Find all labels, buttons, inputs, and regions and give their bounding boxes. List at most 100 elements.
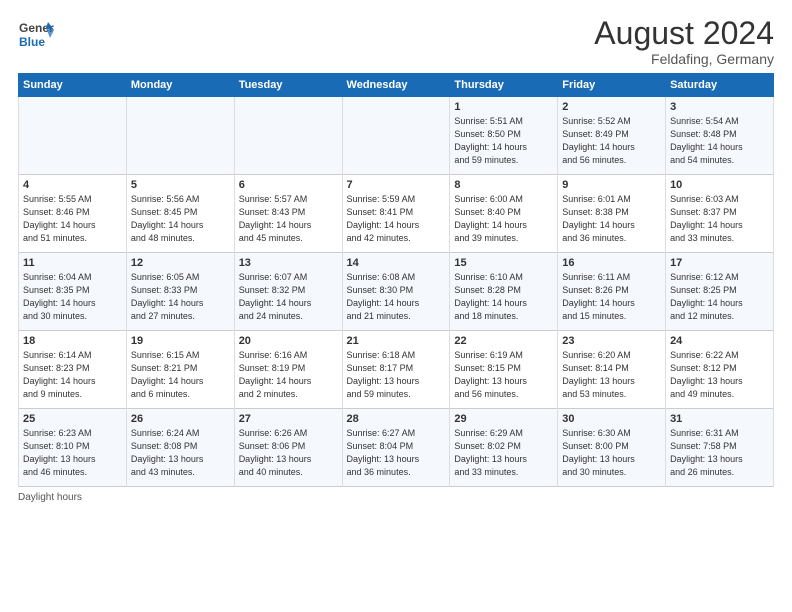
calendar-cell: 5Sunrise: 5:56 AM Sunset: 8:45 PM Daylig…: [126, 175, 234, 253]
day-number: 21: [347, 335, 446, 347]
calendar-cell: 19 Sunrise: 6:15 AM Sunset: 8:21 PM Dayli…: [126, 331, 234, 409]
col-header-tuesday: Tuesday: [234, 74, 342, 97]
calendar-cell: 31 Sunrise: 6:31 AM Sunset: 7:58 PM Dayli…: [666, 409, 774, 487]
day-number: 18: [23, 335, 122, 347]
calendar-cell: 6Sunrise: 5:57 AM Sunset: 8:43 PM Daylig…: [234, 175, 342, 253]
day-info: Sunrise: 6:15 AM Sunset: 8:21 PM Dayligh…: [131, 349, 230, 401]
calendar-cell: [126, 97, 234, 175]
calendar-week-row: 4 Sunrise: 5:55 AM Sunset: 8:46 PM Daylig…: [19, 175, 774, 253]
day-number: 8: [454, 179, 553, 191]
logo: General Blue: [18, 16, 56, 52]
day-number: 1: [454, 101, 553, 113]
page: General Blue August 2024 Feldafing, Germ…: [0, 0, 792, 513]
calendar-cell: 8 Sunrise: 6:00 AM Sunset: 8:40 PM Daylig…: [450, 175, 558, 253]
day-info: Sunrise: 6:27 AM Sunset: 8:04 PM Dayligh…: [347, 427, 446, 479]
day-info: Sunrise: 6:07 AM Sunset: 8:32 PM Dayligh…: [239, 271, 338, 323]
day-number: 27: [239, 413, 338, 425]
day-info: Sunrise: 6:11 AM Sunset: 8:26 PM Dayligh…: [562, 271, 661, 323]
calendar-cell: 4 Sunrise: 5:55 AM Sunset: 8:46 PM Daylig…: [19, 175, 127, 253]
day-info: Sunrise: 6:20 AM Sunset: 8:14 PM Dayligh…: [562, 349, 661, 401]
day-info: Sunrise: 6:23 AM Sunset: 8:10 PM Dayligh…: [23, 427, 122, 479]
calendar-cell: 17 Sunrise: 6:12 AM Sunset: 8:25 PM Dayli…: [666, 253, 774, 331]
day-info: Sunrise: 6:19 AM Sunset: 8:15 PM Dayligh…: [454, 349, 553, 401]
calendar-cell: 7Sunrise: 5:59 AM Sunset: 8:41 PM Daylig…: [342, 175, 450, 253]
day-info: Sunrise: 5:59 AM Sunset: 8:41 PM Dayligh…: [347, 193, 446, 245]
calendar-header-row: SundayMondayTuesdayWednesdayThursdayFrid…: [19, 74, 774, 97]
calendar-cell: 30 Sunrise: 6:30 AM Sunset: 8:00 PM Dayli…: [558, 409, 666, 487]
calendar-cell: 24 Sunrise: 6:22 AM Sunset: 8:12 PM Dayli…: [666, 331, 774, 409]
calendar-cell: 2 Sunrise: 5:52 AM Sunset: 8:49 PM Daylig…: [558, 97, 666, 175]
calendar-table: SundayMondayTuesdayWednesdayThursdayFrid…: [18, 73, 774, 487]
calendar-cell: 13 Sunrise: 6:07 AM Sunset: 8:32 PM Dayli…: [234, 253, 342, 331]
day-number: 28: [347, 413, 446, 425]
day-info: Sunrise: 6:10 AM Sunset: 8:28 PM Dayligh…: [454, 271, 553, 323]
day-number: 3: [670, 101, 769, 113]
day-number: 22: [454, 335, 553, 347]
calendar-cell: 28 Sunrise: 6:27 AM Sunset: 8:04 PM Dayli…: [342, 409, 450, 487]
calendar-cell: 18 Sunrise: 6:14 AM Sunset: 8:23 PM Dayli…: [19, 331, 127, 409]
day-number: 13: [239, 257, 338, 269]
day-number: 23: [562, 335, 661, 347]
day-info: Sunrise: 6:14 AM Sunset: 8:23 PM Dayligh…: [23, 349, 122, 401]
day-info: Sunrise: 5:51 AM Sunset: 8:50 PM Dayligh…: [454, 115, 553, 167]
calendar-cell: 12 Sunrise: 6:05 AM Sunset: 8:33 PM Dayli…: [126, 253, 234, 331]
day-info: Sunrise: 6:00 AM Sunset: 8:40 PM Dayligh…: [454, 193, 553, 245]
day-info: Sunrise: 5:54 AM Sunset: 8:48 PM Dayligh…: [670, 115, 769, 167]
calendar-cell: 21Sunrise: 6:18 AM Sunset: 8:17 PM Dayli…: [342, 331, 450, 409]
day-number: 12: [131, 257, 230, 269]
day-info: Sunrise: 6:31 AM Sunset: 7:58 PM Dayligh…: [670, 427, 769, 479]
day-number: 9: [562, 179, 661, 191]
day-number: 31: [670, 413, 769, 425]
day-number: 2: [562, 101, 661, 113]
col-header-sunday: Sunday: [19, 74, 127, 97]
calendar-cell: 14Sunrise: 6:08 AM Sunset: 8:30 PM Dayli…: [342, 253, 450, 331]
day-number: 4: [23, 179, 122, 191]
day-number: 17: [670, 257, 769, 269]
day-info: Sunrise: 6:26 AM Sunset: 8:06 PM Dayligh…: [239, 427, 338, 479]
day-info: Sunrise: 5:52 AM Sunset: 8:49 PM Dayligh…: [562, 115, 661, 167]
calendar-week-row: 25Sunrise: 6:23 AM Sunset: 8:10 PM Dayli…: [19, 409, 774, 487]
day-info: Sunrise: 6:03 AM Sunset: 8:37 PM Dayligh…: [670, 193, 769, 245]
day-number: 26: [131, 413, 230, 425]
day-info: Sunrise: 6:16 AM Sunset: 8:19 PM Dayligh…: [239, 349, 338, 401]
day-info: Sunrise: 6:12 AM Sunset: 8:25 PM Dayligh…: [670, 271, 769, 323]
day-number: 14: [347, 257, 446, 269]
header: General Blue August 2024 Feldafing, Germ…: [18, 16, 774, 67]
day-info: Sunrise: 6:04 AM Sunset: 8:35 PM Dayligh…: [23, 271, 122, 323]
day-info: Sunrise: 6:24 AM Sunset: 8:08 PM Dayligh…: [131, 427, 230, 479]
calendar-week-row: 11 Sunrise: 6:04 AM Sunset: 8:35 PM Dayli…: [19, 253, 774, 331]
location-subtitle: Feldafing, Germany: [594, 51, 774, 67]
calendar-cell: 15Sunrise: 6:10 AM Sunset: 8:28 PM Dayli…: [450, 253, 558, 331]
day-number: 19: [131, 335, 230, 347]
day-info: Sunrise: 6:22 AM Sunset: 8:12 PM Dayligh…: [670, 349, 769, 401]
col-header-saturday: Saturday: [666, 74, 774, 97]
day-number: 29: [454, 413, 553, 425]
day-number: 24: [670, 335, 769, 347]
calendar-week-row: 18 Sunrise: 6:14 AM Sunset: 8:23 PM Dayli…: [19, 331, 774, 409]
day-info: Sunrise: 5:55 AM Sunset: 8:46 PM Dayligh…: [23, 193, 122, 245]
day-info: Sunrise: 6:30 AM Sunset: 8:00 PM Dayligh…: [562, 427, 661, 479]
calendar-cell: 26 Sunrise: 6:24 AM Sunset: 8:08 PM Dayli…: [126, 409, 234, 487]
title-block: August 2024 Feldafing, Germany: [594, 16, 774, 67]
day-number: 6: [239, 179, 338, 191]
calendar-cell: 3 Sunrise: 5:54 AM Sunset: 8:48 PM Daylig…: [666, 97, 774, 175]
svg-text:Blue: Blue: [19, 35, 45, 49]
day-number: 16: [562, 257, 661, 269]
col-header-wednesday: Wednesday: [342, 74, 450, 97]
calendar-cell: 23 Sunrise: 6:20 AM Sunset: 8:14 PM Dayli…: [558, 331, 666, 409]
calendar-cell: [19, 97, 127, 175]
calendar-cell: 1 Sunrise: 5:51 AM Sunset: 8:50 PM Daylig…: [450, 97, 558, 175]
day-number: 30: [562, 413, 661, 425]
calendar-cell: 20 Sunrise: 6:16 AM Sunset: 8:19 PM Dayli…: [234, 331, 342, 409]
col-header-friday: Friday: [558, 74, 666, 97]
day-info: Sunrise: 6:05 AM Sunset: 8:33 PM Dayligh…: [131, 271, 230, 323]
calendar-cell: 22 Sunrise: 6:19 AM Sunset: 8:15 PM Dayli…: [450, 331, 558, 409]
calendar-cell: [234, 97, 342, 175]
calendar-week-row: 1 Sunrise: 5:51 AM Sunset: 8:50 PM Daylig…: [19, 97, 774, 175]
month-title: August 2024: [594, 16, 774, 51]
day-number: 5: [131, 179, 230, 191]
day-number: 11: [23, 257, 122, 269]
day-number: 20: [239, 335, 338, 347]
col-header-monday: Monday: [126, 74, 234, 97]
logo-icon: General Blue: [18, 16, 54, 52]
